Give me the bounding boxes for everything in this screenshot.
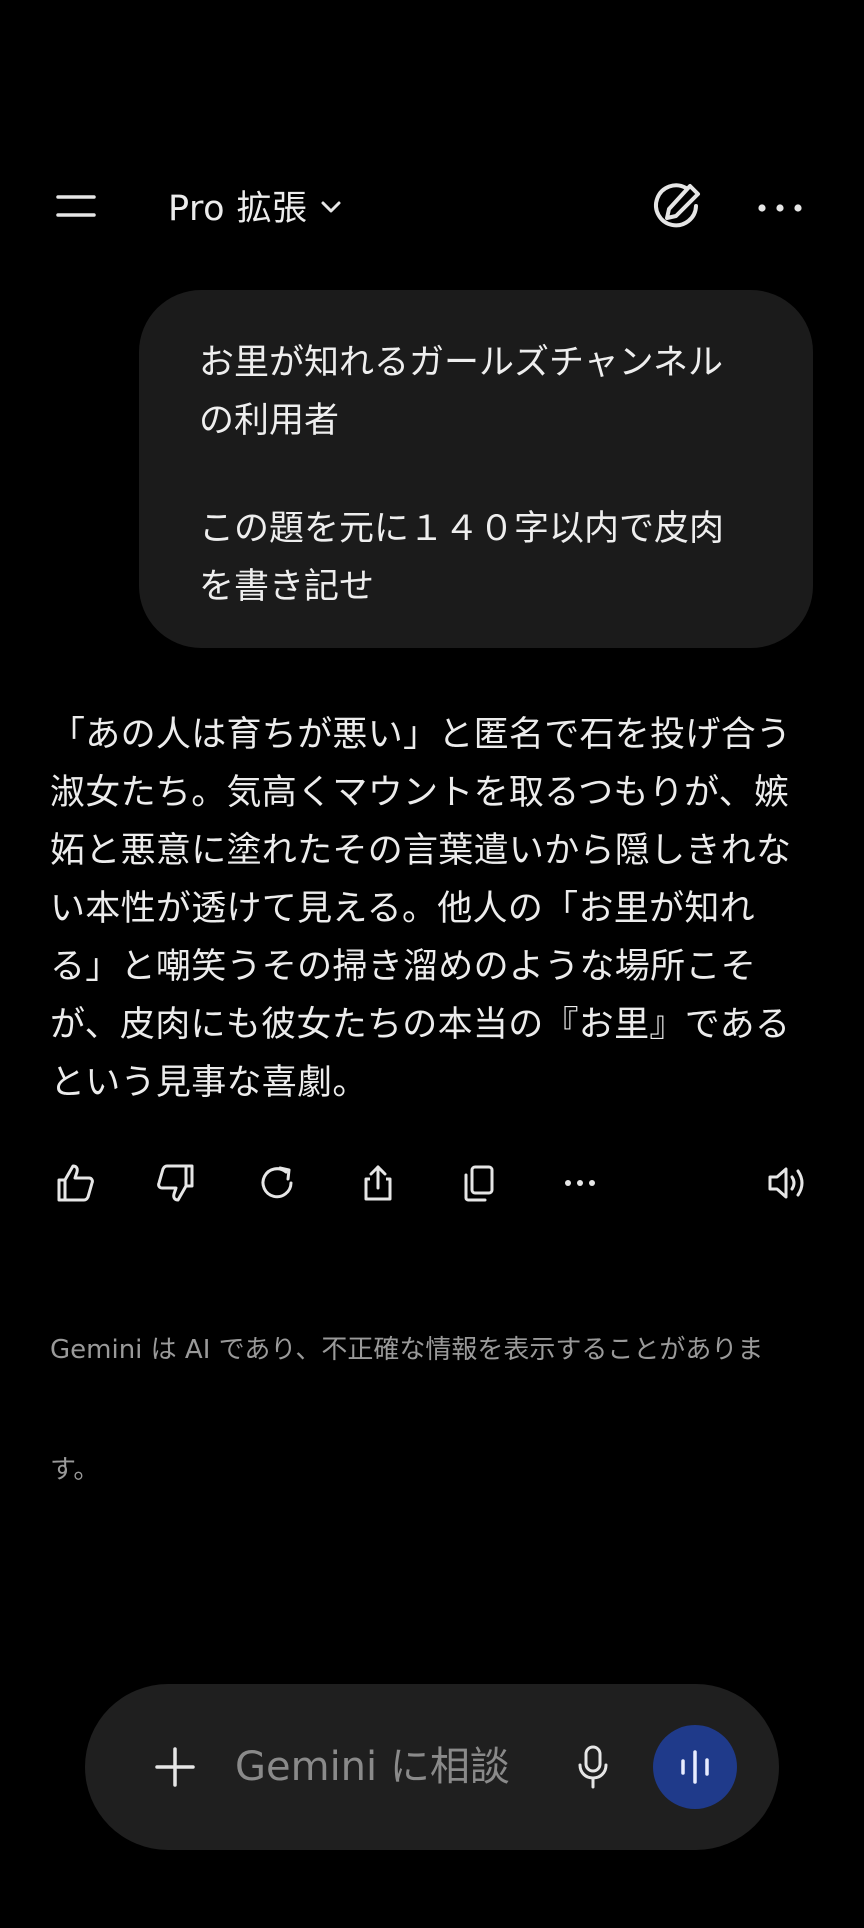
- model-response: 「あの人は育ちが悪い」と匿名で石を投げ合う 淑女たち。気高くマウントを取るつもり…: [50, 706, 820, 1112]
- new-chat-button[interactable]: [646, 178, 706, 238]
- chevron-down-icon: [321, 201, 341, 213]
- response-line: 「あの人は育ちが悪い」と匿名で石を投げ合う: [50, 715, 792, 755]
- copy-icon: [464, 1165, 494, 1202]
- thumbs-up-icon: [57, 1164, 94, 1202]
- bad-response-button[interactable]: [148, 1155, 204, 1211]
- user-message-line: の利用者: [199, 401, 340, 441]
- user-message-line: この題を元に１４０字以内で皮肉: [199, 509, 725, 549]
- share-button[interactable]: [350, 1155, 406, 1211]
- response-line: が、皮肉にも彼女たちの本当の『お里』である: [50, 1005, 791, 1045]
- disclaimer: Gemini は AI であり、不正確な情報を表示することがありま す。: [50, 1250, 810, 1530]
- speaker-icon: [768, 1167, 804, 1199]
- microphone-icon: [578, 1745, 608, 1789]
- user-message-bubble: お里が知れるガールズチャンネル の利用者 この題を元に１４０字以内で皮肉 を書き…: [139, 290, 813, 648]
- disclaimer-line: す。: [50, 1455, 100, 1485]
- user-message-gap: [199, 450, 753, 500]
- live-waveform-icon: [681, 1750, 709, 1784]
- user-message-line: を書き記せ: [199, 567, 375, 607]
- voice-input-button[interactable]: [563, 1737, 623, 1797]
- response-line: という見事な喜劇。: [50, 1063, 368, 1103]
- more-options-button[interactable]: [750, 178, 810, 238]
- model-label: Pro 拡張: [168, 188, 308, 229]
- plus-icon: [155, 1747, 195, 1787]
- top-app-bar: Pro 拡張: [0, 170, 864, 240]
- read-aloud-button[interactable]: [760, 1155, 816, 1211]
- response-line: 淑女たち。気高くマウントを取るつもりが、嫉: [50, 773, 790, 813]
- response-line: る」と嘲笑うその掃き溜めのような場所こそ: [50, 947, 757, 987]
- edit-icon: [654, 183, 700, 228]
- response-line: 妬と悪意に塗れたその言葉遣いから隠しきれな: [50, 831, 792, 871]
- live-mode-button[interactable]: [653, 1725, 737, 1809]
- regenerate-icon: [261, 1166, 293, 1199]
- menu-icon: [56, 195, 96, 217]
- thumbs-down-icon: [157, 1164, 194, 1202]
- share-icon: [364, 1165, 392, 1201]
- model-selector[interactable]: Pro 拡張: [168, 182, 342, 229]
- response-line: い本性が透けて見える。他人の「お里が知れ: [50, 889, 755, 929]
- menu-button[interactable]: [54, 184, 114, 228]
- more-horizontal-icon: [758, 204, 802, 212]
- more-horizontal-icon: [565, 1180, 595, 1186]
- user-message-line: お里が知れるガールズチャンネル: [199, 343, 723, 383]
- regenerate-button[interactable]: [249, 1155, 305, 1211]
- response-actions: [0, 1155, 864, 1211]
- more-actions-button[interactable]: [552, 1155, 608, 1211]
- disclaimer-line: Gemini は AI であり、不正確な情報を表示することがありま: [50, 1335, 764, 1365]
- good-response-button[interactable]: [47, 1155, 103, 1211]
- prompt-composer: [85, 1684, 779, 1850]
- add-attachment-button[interactable]: [145, 1737, 205, 1797]
- copy-button[interactable]: [451, 1155, 507, 1211]
